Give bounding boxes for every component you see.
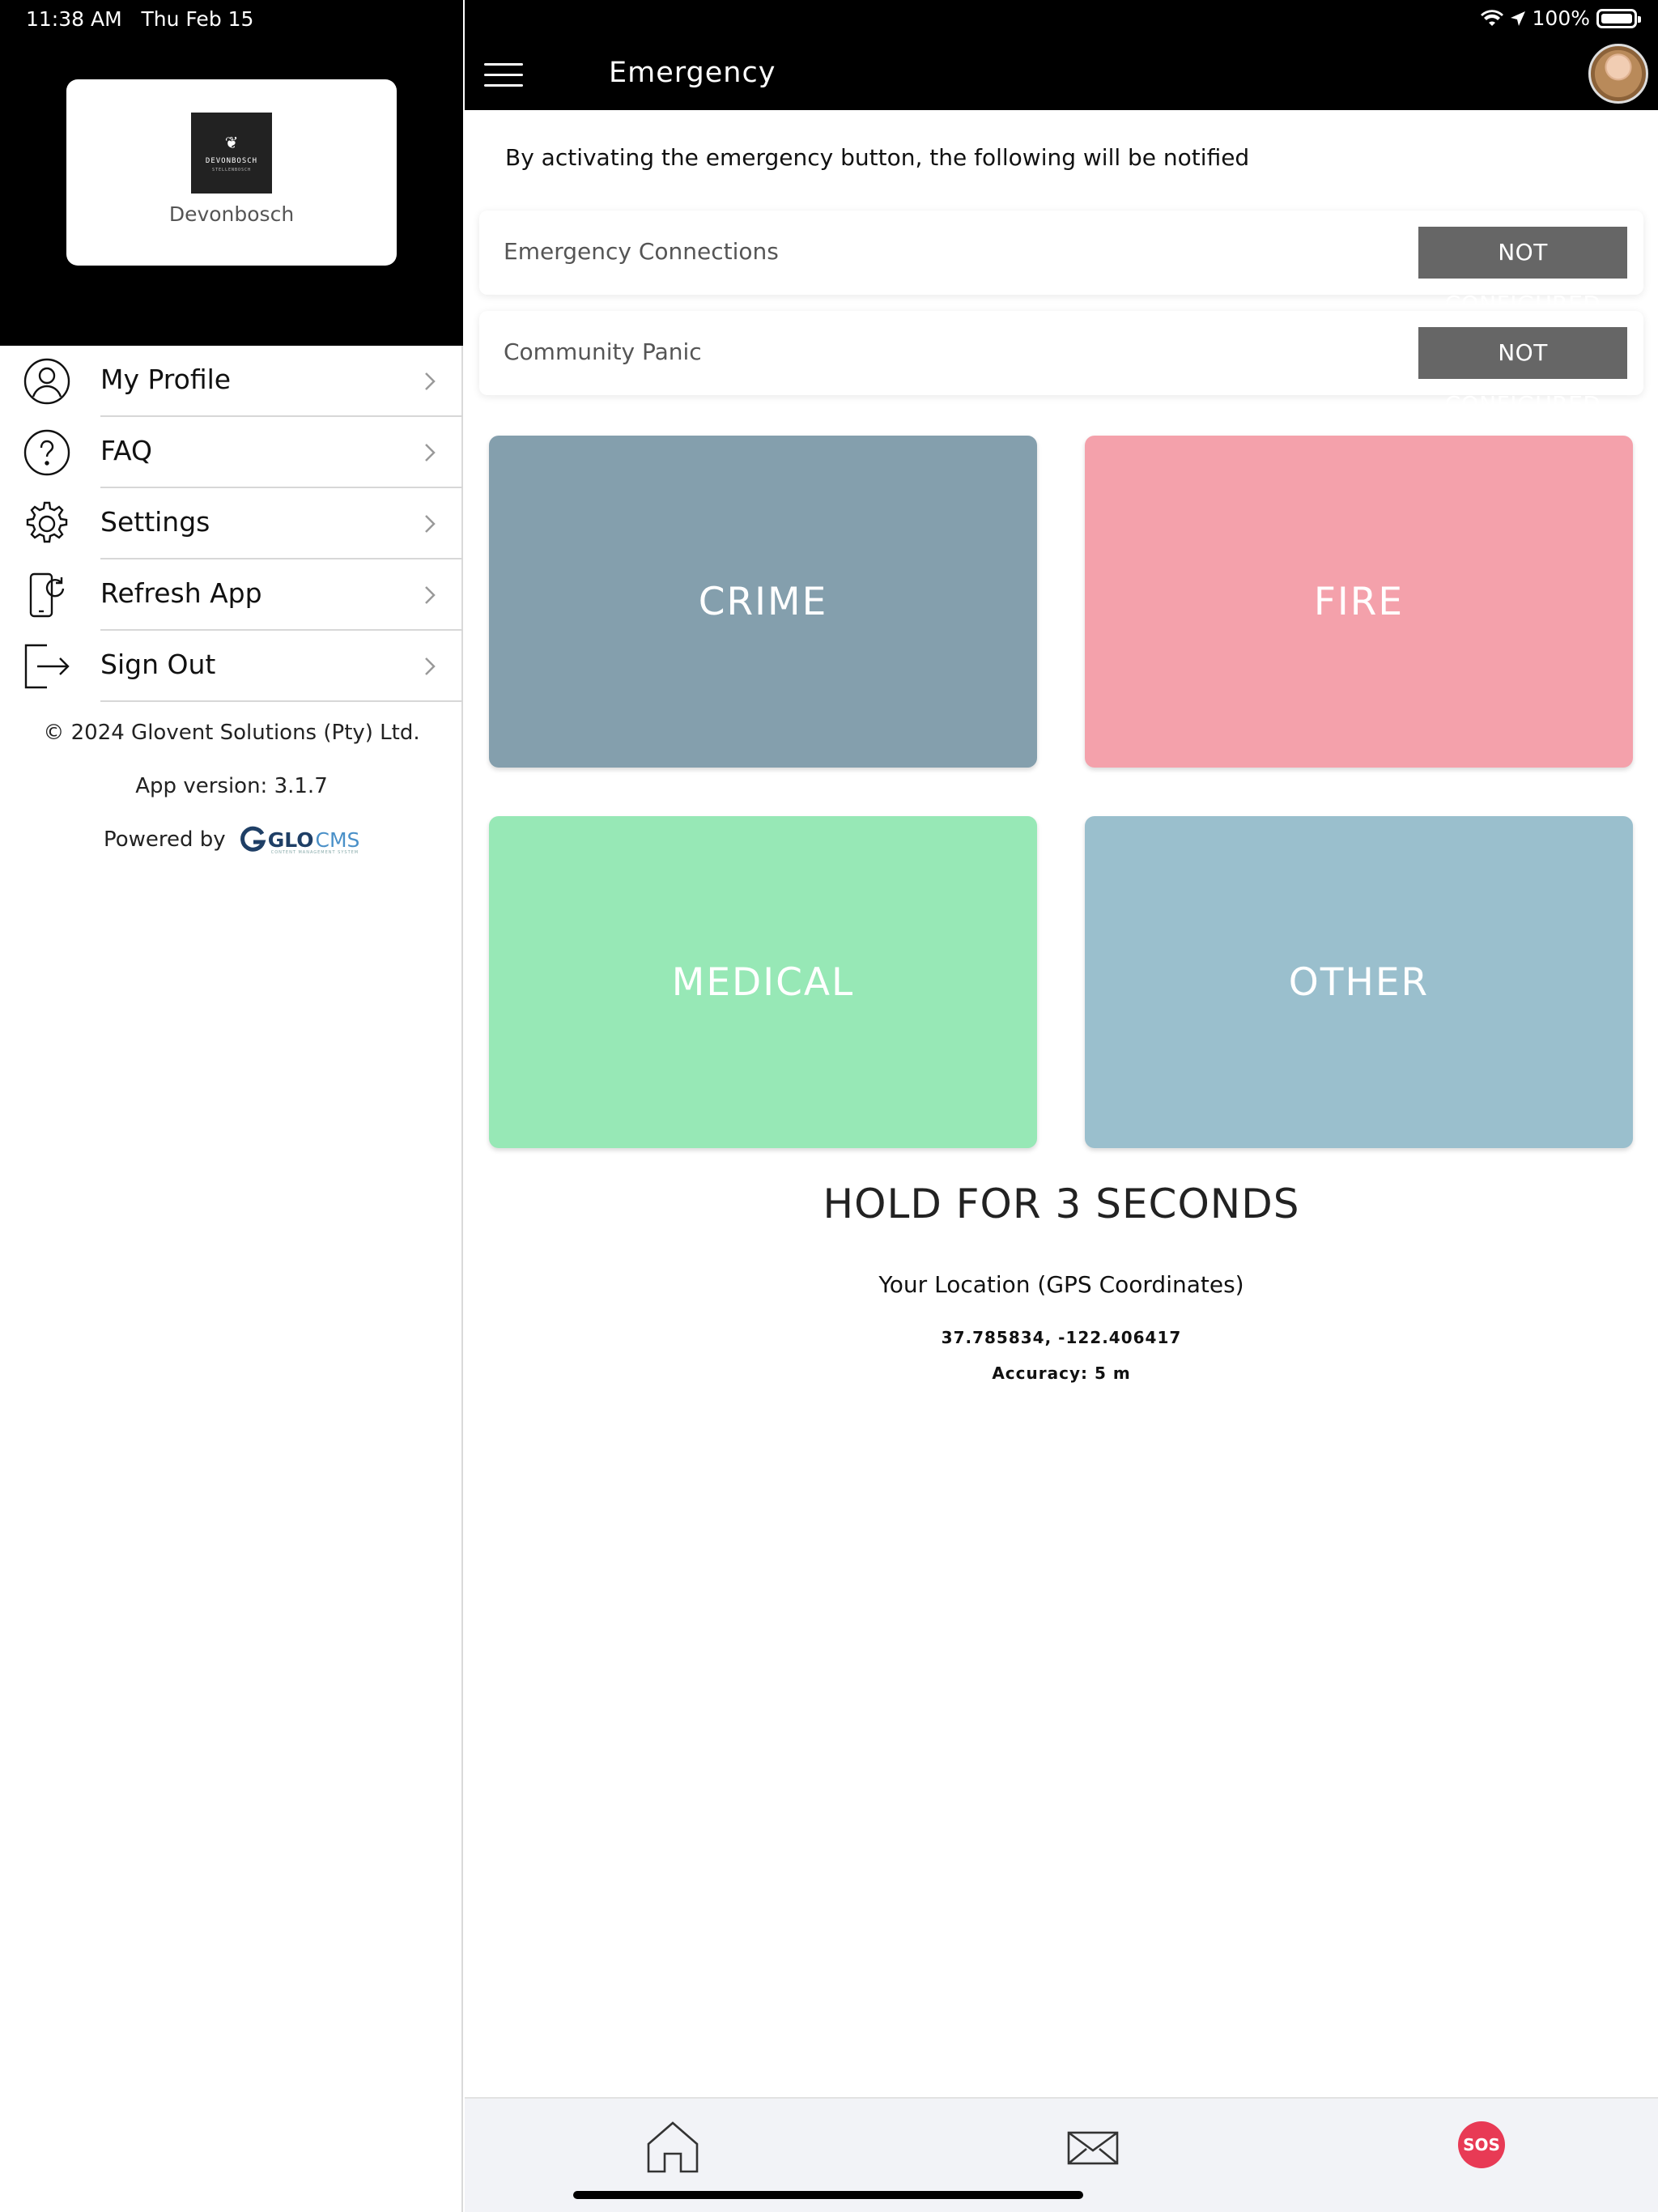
powered-by: Powered by GLO CMS CONTENT MANAGEMENT SYS… <box>104 826 360 855</box>
status-bar: 11:38 AM Thu Feb 15 100% <box>0 0 1658 37</box>
other-button[interactable]: OTHER <box>1085 816 1633 1148</box>
glocms-logo-accent: CMS <box>315 827 360 852</box>
battery-icon <box>1596 8 1641 28</box>
tab-messages[interactable] <box>1061 2115 1125 2180</box>
intro-text: By activating the emergency button, the … <box>505 144 1250 171</box>
phone-refresh-icon <box>29 572 65 618</box>
sign-out-icon <box>24 644 70 689</box>
brand-name: Devonbosch <box>168 202 295 226</box>
chevron-right-icon <box>425 586 436 604</box>
tab-home[interactable] <box>640 2115 705 2180</box>
app-version: App version: 3.1.7 <box>135 774 328 798</box>
question-circle-icon <box>23 429 70 476</box>
sidebar-item-my-profile[interactable]: My Profile <box>0 346 463 417</box>
notify-label: Community Panic <box>504 338 702 365</box>
envelope-icon <box>1067 2131 1119 2165</box>
fire-button[interactable]: FIRE <box>1085 436 1633 768</box>
hold-instruction: HOLD FOR 3 SECONDS <box>823 1180 1300 1227</box>
sidebar-menu: My Profile FAQ Settings Refresh App Sign… <box>0 346 463 702</box>
sidebar-item-faq[interactable]: FAQ <box>0 417 463 488</box>
chevron-right-icon <box>425 444 436 462</box>
location-coordinates: 37.785834, -122.406417 <box>941 1328 1182 1347</box>
sidebar-item-label: Settings <box>100 506 210 538</box>
sidebar-item-refresh-app[interactable]: Refresh App <box>0 559 463 631</box>
medical-button[interactable]: MEDICAL <box>489 816 1037 1148</box>
hamburger-menu-icon[interactable] <box>484 63 523 87</box>
location-accuracy: Accuracy: 5 m <box>992 1363 1131 1383</box>
leaf-icon: ❦ <box>224 132 239 152</box>
notify-card-community-panic[interactable]: Community Panic NOT CONFIGURED <box>479 311 1643 418</box>
crime-button[interactable]: CRIME <box>489 436 1037 768</box>
gear-icon <box>26 501 68 543</box>
glocms-g-icon <box>240 826 266 852</box>
tab-sos[interactable]: SOS <box>1449 2115 1514 2180</box>
sos-icon: SOS <box>1458 2121 1505 2168</box>
glocms-logo-tag: CONTENT MANAGEMENT SYSTEM <box>270 850 359 855</box>
main-panel: Emergency By activating the emergency bu… <box>465 0 1658 2212</box>
sidebar-item-sign-out[interactable]: Sign Out <box>0 631 463 702</box>
chevron-right-icon <box>425 515 436 533</box>
copyright-text: © 2024 Glovent Solutions (Pty) Ltd. <box>43 721 420 745</box>
avatar[interactable] <box>1588 44 1648 104</box>
home-indicator <box>573 2191 1083 2199</box>
home-icon <box>647 2121 699 2173</box>
status-badge[interactable]: NOT CONFIGURED <box>1418 227 1627 317</box>
chevron-right-icon <box>425 372 436 390</box>
notify-label: Emergency Connections <box>504 238 779 265</box>
brand-card: ❦ DEVONBOSCH STELLENBOSCH Devonbosch <box>66 79 397 266</box>
sidebar-item-label: Refresh App <box>100 577 262 609</box>
sidebar-item-label: My Profile <box>100 364 232 395</box>
wifi-icon <box>1480 9 1503 26</box>
status-clock: 11:38 AM <box>26 7 122 31</box>
page-title: Emergency <box>609 57 776 89</box>
powered-by-label: Powered by <box>104 827 226 852</box>
divider <box>100 700 463 702</box>
status-date: Thu Feb 15 <box>141 7 254 31</box>
sidebar-item-label: FAQ <box>100 435 152 466</box>
chevron-right-icon <box>425 657 436 675</box>
location-title: Your Location (GPS Coordinates) <box>878 1271 1244 1298</box>
user-circle-icon <box>23 358 70 405</box>
glocms-logo[interactable]: GLO CMS CONTENT MANAGEMENT SYSTEM <box>239 826 360 855</box>
brand-logo-subtext: STELLENBOSCH <box>211 167 252 172</box>
sidebar-item-label: Sign Out <box>100 649 216 680</box>
brand-logo-wordmark: DEVONBOSCH <box>205 156 258 165</box>
sidebar-header: ❦ DEVONBOSCH STELLENBOSCH Devonbosch <box>0 0 463 346</box>
notify-card-emergency-connections[interactable]: Emergency Connections NOT CONFIGURED <box>479 211 1643 317</box>
battery-percent: 100% <box>1532 6 1590 30</box>
brand-logo: ❦ DEVONBOSCH STELLENBOSCH <box>191 113 272 194</box>
glocms-logo-main: GLO <box>267 827 314 852</box>
sidebar-drawer: ❦ DEVONBOSCH STELLENBOSCH Devonbosch My … <box>0 0 463 2212</box>
location-arrow-icon <box>1510 11 1525 26</box>
sidebar-item-settings[interactable]: Settings <box>0 488 463 559</box>
status-time: 11:38 AM Thu Feb 15 <box>26 7 253 31</box>
status-badge[interactable]: NOT CONFIGURED <box>1418 327 1627 418</box>
status-indicators: 100% <box>1480 6 1641 30</box>
